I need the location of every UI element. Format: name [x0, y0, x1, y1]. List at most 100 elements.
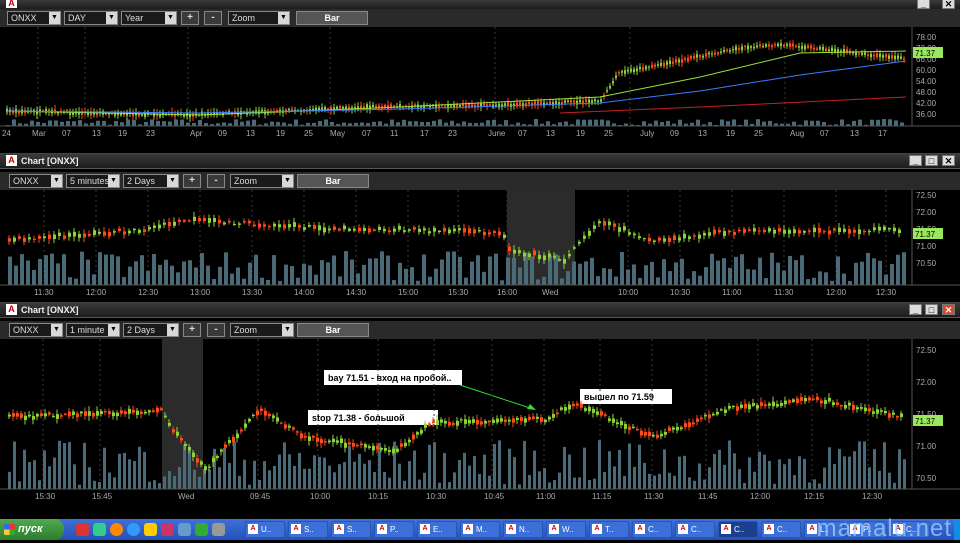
candle: [603, 221, 606, 226]
candle: [758, 230, 761, 232]
volume-bar: [776, 262, 780, 285]
app-logo-icon: A: [334, 524, 344, 534]
quicklaunch-app-icon[interactable]: [161, 523, 174, 536]
volume-bar: [504, 120, 508, 126]
taskbar-window-button[interactable]: A C..: [675, 521, 715, 538]
maximize-button[interactable]: □: [925, 155, 938, 166]
minimize-button[interactable]: _: [917, 0, 930, 9]
quicklaunch-app-icon[interactable]: [76, 523, 89, 536]
zoom-out-button[interactable]: -: [207, 174, 225, 188]
volume-bar: [26, 260, 30, 285]
taskbar-window-button[interactable]: A C..: [632, 521, 672, 538]
volume-bar: [123, 452, 126, 489]
candle: [373, 229, 376, 231]
volume-bar: [222, 122, 226, 126]
intraday-5min-chart-plot[interactable]: 72.5072.0071.5071.0070.5071.3711:3012:00…: [0, 190, 960, 299]
symbol-value: ONXX: [13, 176, 39, 186]
quicklaunch-app-icon[interactable]: [195, 523, 208, 536]
candle: [36, 413, 39, 417]
taskbar-window-button[interactable]: A T..: [589, 521, 629, 538]
start-button[interactable]: пуск: [0, 519, 64, 540]
candle: [613, 223, 616, 227]
zoom-out-button[interactable]: -: [207, 323, 225, 337]
chevron-down-icon: ▼: [106, 12, 117, 24]
volume-bar: [212, 278, 216, 285]
quicklaunch-app-icon[interactable]: [178, 523, 191, 536]
symbol-select[interactable]: ONXX ▼: [9, 323, 63, 337]
volume-bar: [863, 441, 866, 489]
volume-bar: [708, 122, 712, 126]
quicklaunch-app-icon[interactable]: [144, 523, 157, 536]
volume-bar: [242, 278, 246, 285]
taskbar-window-button[interactable]: A P..: [374, 521, 414, 538]
candle: [463, 228, 466, 233]
taskbar-window-button[interactable]: A C..: [761, 521, 801, 538]
candle: [244, 423, 247, 428]
volume-bar: [524, 252, 528, 285]
candle: [723, 49, 725, 52]
zoom-in-button[interactable]: +: [181, 11, 199, 25]
volume-bar: [558, 122, 562, 126]
taskbar-window-button[interactable]: A M..: [460, 521, 500, 538]
candle: [819, 46, 821, 50]
candle: [183, 220, 186, 222]
quicklaunch-browser-icon[interactable]: [110, 523, 123, 536]
period-select[interactable]: 2 Days ▼: [123, 174, 179, 188]
maximize-button[interactable]: □: [925, 304, 938, 315]
volume-bar: [623, 475, 626, 489]
period-select[interactable]: Year ▼: [121, 11, 177, 25]
quicklaunch-app-icon[interactable]: [93, 523, 106, 536]
zoom-in-button[interactable]: +: [183, 174, 201, 188]
candle: [468, 419, 471, 424]
period-select[interactable]: 2 Days ▼: [123, 323, 179, 337]
close-button[interactable]: ✕: [942, 304, 955, 315]
taskbar-window-button[interactable]: A N..: [503, 521, 543, 538]
volume-bar: [768, 120, 772, 126]
app-logo-icon: A: [248, 524, 258, 534]
candle: [820, 400, 823, 404]
candle: [784, 400, 787, 405]
taskbar-window-button[interactable]: A U..: [245, 521, 285, 538]
x-tick-label: 19: [726, 129, 735, 138]
volume-bar: [163, 476, 166, 489]
intraday-1min-chart-plot[interactable]: bay 71.51 - вход на пробой.. stop 71.38 …: [0, 339, 960, 520]
taskbar-window-button[interactable]: A S..: [288, 521, 328, 538]
minimize-button[interactable]: _: [909, 155, 922, 166]
chart-style-button[interactable]: Bar: [297, 323, 369, 337]
volume-bar: [600, 119, 604, 126]
volume-bar: [253, 460, 256, 489]
symbol-select[interactable]: ONXX ▼: [9, 174, 63, 188]
candle: [372, 445, 375, 451]
candle: [576, 403, 579, 406]
chart-style-button[interactable]: Bar: [296, 11, 368, 25]
zoom-select[interactable]: Zoom ▼: [228, 11, 290, 25]
volume-bar: [372, 121, 376, 126]
symbol-select[interactable]: ONXX ▼: [7, 11, 61, 25]
volume-bar: [128, 266, 132, 285]
interval-select[interactable]: DAY ▼: [64, 11, 118, 25]
volume-bar: [650, 261, 654, 285]
volume-bar: [96, 120, 100, 126]
zoom-select[interactable]: Zoom ▼: [230, 174, 294, 188]
quicklaunch-app-icon[interactable]: [212, 523, 225, 536]
interval-select[interactable]: 5 minutes ▼: [66, 174, 120, 188]
taskbar-window-button[interactable]: A W..: [546, 521, 586, 538]
volume-bar: [383, 471, 386, 489]
minimize-button[interactable]: _: [909, 304, 922, 315]
daily-chart-plot[interactable]: 78.0072.0066.0060.0054.0048.0042.0036.00…: [0, 27, 960, 153]
volume-bar: [883, 442, 886, 489]
volume-bar: [218, 467, 221, 489]
zoom-out-button[interactable]: -: [204, 11, 222, 25]
taskbar-window-button[interactable]: A E..: [417, 521, 457, 538]
close-button[interactable]: ✕: [942, 155, 955, 166]
close-button[interactable]: ✕: [942, 0, 955, 9]
candle: [633, 233, 636, 236]
quicklaunch-browser-icon[interactable]: [127, 523, 140, 536]
taskbar-window-button[interactable]: A C..: [718, 521, 758, 538]
zoom-in-button[interactable]: +: [183, 323, 201, 337]
interval-select[interactable]: 1 minute ▼: [66, 323, 120, 337]
zoom-select[interactable]: Zoom ▼: [230, 323, 294, 337]
taskbar-window-button[interactable]: A S..: [331, 521, 371, 538]
candle: [424, 423, 427, 428]
chart-style-button[interactable]: Bar: [297, 174, 369, 188]
